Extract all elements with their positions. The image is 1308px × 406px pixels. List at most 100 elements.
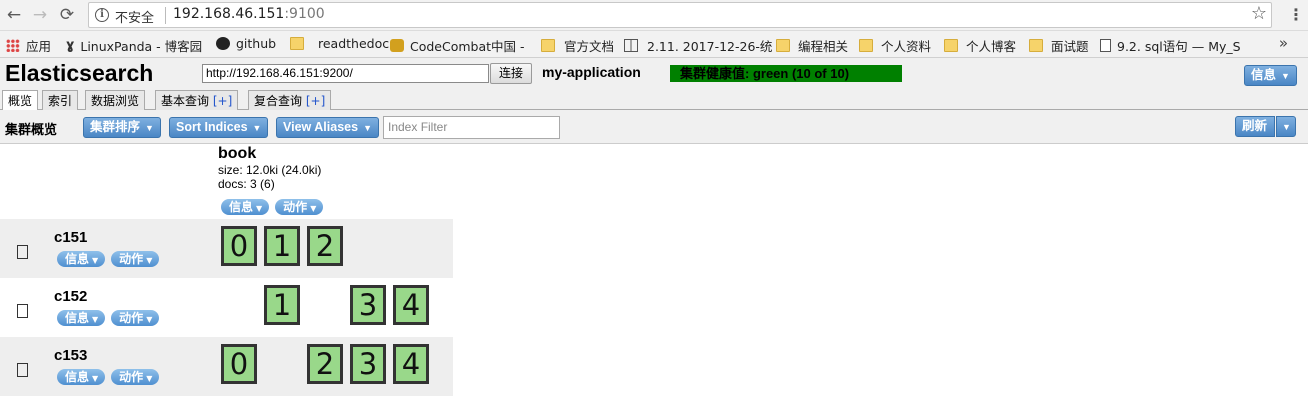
browser-menu-icon[interactable]: ⋮ bbox=[1288, 4, 1304, 26]
index-docs: docs: 3 (6) bbox=[218, 177, 275, 191]
reload-icon[interactable]: ⟳ bbox=[56, 4, 78, 26]
cluster-sort-button[interactable]: 集群排序 ▼ bbox=[83, 117, 161, 138]
bookmarks-bar: 应用 ɣ LinuxPanda - 博客园 github readthedoc C… bbox=[0, 31, 1308, 58]
node-checkbox[interactable] bbox=[17, 363, 28, 377]
chevron-down-icon: ▼ bbox=[256, 204, 263, 213]
tab-label: 数据浏览 bbox=[91, 94, 140, 108]
main-tabs: 概览 索引 数据浏览 基本查询 [+] 复合查询 [+] bbox=[0, 89, 1308, 111]
pill-label: 信息 bbox=[65, 252, 90, 266]
folder-icon bbox=[776, 39, 790, 52]
shard-box[interactable]: 3 bbox=[350, 285, 386, 325]
shard-box[interactable]: 0 bbox=[221, 226, 257, 266]
bookmark-label: 编程相关 bbox=[798, 39, 849, 54]
info-button-label: 信息 bbox=[1251, 68, 1277, 82]
connect-button[interactable]: 连接 bbox=[490, 63, 532, 84]
page-icon bbox=[1100, 39, 1111, 52]
bookmark-sql[interactable]: 9.2. sql语句 — My_S bbox=[1100, 36, 1241, 55]
chevron-down-icon: ▼ bbox=[92, 374, 99, 383]
github-icon bbox=[216, 37, 230, 50]
view-aliases-button[interactable]: View Aliases ▼ bbox=[276, 117, 379, 138]
info-circle-icon[interactable]: i bbox=[95, 8, 109, 22]
bookmark-label: 9.2. sql语句 — My_S bbox=[1117, 39, 1241, 54]
bookmark-star-icon[interactable]: ☆ bbox=[1251, 3, 1267, 24]
tab-label: 基本查询 bbox=[161, 94, 213, 108]
shard-box[interactable]: 2 bbox=[307, 344, 343, 384]
tab-label: 概览 bbox=[8, 94, 33, 108]
tab-overview[interactable]: 概览 bbox=[2, 90, 39, 111]
cluster-name: my-application bbox=[542, 64, 641, 80]
cluster-health-badge: 集群健康值: green (10 of 10) bbox=[670, 65, 902, 82]
bookmark-readthedoc[interactable]: readthedoc bbox=[290, 36, 389, 51]
pill-label: 动作 bbox=[119, 370, 144, 384]
connect-url-input[interactable]: http://192.168.46.151:9200/ bbox=[202, 64, 489, 83]
node-info-button[interactable]: 信息 ▼ bbox=[57, 310, 106, 326]
tab-browser[interactable]: 数据浏览 bbox=[85, 90, 146, 111]
tab-basic-query[interactable]: 基本查询 [+] bbox=[155, 90, 239, 111]
button-label: Sort Indices bbox=[176, 120, 248, 134]
sort-indices-button[interactable]: Sort Indices ▼ bbox=[169, 117, 269, 138]
chevron-down-icon: ▼ bbox=[146, 315, 153, 324]
node-info-button[interactable]: 信息 ▼ bbox=[57, 369, 106, 385]
pill-label: 信息 bbox=[65, 311, 90, 325]
bookmark-personal-blog[interactable]: 个人博客 bbox=[944, 36, 1016, 55]
bookmark-github[interactable]: github bbox=[216, 36, 276, 51]
header-info-button[interactable]: 信息 ▼ bbox=[1244, 65, 1297, 86]
forward-icon[interactable]: → bbox=[29, 4, 51, 26]
bookmark-label: 个人资料 bbox=[881, 39, 932, 54]
index-info-button[interactable]: 信息 ▼ bbox=[221, 199, 270, 215]
url-text[interactable]: 192.168.46.151:9100 bbox=[173, 6, 325, 22]
node-actions: 信息 ▼ 动作 ▼ bbox=[57, 251, 160, 267]
refresh-button[interactable]: 刷新 bbox=[1235, 116, 1275, 137]
shard-box[interactable]: 4 bbox=[393, 344, 429, 384]
refresh-options-button[interactable]: ▼ bbox=[1276, 116, 1296, 137]
pill-label: 动作 bbox=[119, 311, 144, 325]
chevron-down-icon: ▼ bbox=[92, 256, 99, 265]
node-action-button[interactable]: 动作 ▼ bbox=[111, 251, 160, 267]
bookmark-2-11[interactable]: 2.11. 2017-12-26-统 bbox=[624, 36, 772, 55]
shard-box[interactable]: 2 bbox=[307, 226, 343, 266]
chevron-down-icon: ▼ bbox=[146, 374, 153, 383]
bookmark-personal-info[interactable]: 个人资料 bbox=[859, 36, 931, 55]
folder-icon bbox=[1029, 39, 1043, 52]
node-checkbox[interactable] bbox=[17, 304, 28, 318]
app-title: Elasticsearch bbox=[5, 60, 154, 86]
pill-label: 动作 bbox=[283, 200, 308, 214]
node-info-button[interactable]: 信息 ▼ bbox=[57, 251, 106, 267]
bookmark-label: readthedoc bbox=[318, 36, 390, 51]
security-label[interactable]: 不安全 bbox=[115, 7, 154, 26]
bookmark-label: CodeCombat中国 - bbox=[410, 39, 525, 54]
overview-toolbar: 集群概览 集群排序 ▼ Sort Indices ▼ View Aliases ▼ I… bbox=[0, 110, 1308, 144]
index-action-button[interactable]: 动作 ▼ bbox=[275, 199, 324, 215]
tab-compound-query[interactable]: 复合查询 [+] bbox=[248, 90, 332, 111]
bookmark-label: github bbox=[236, 36, 277, 51]
bookmark-programming[interactable]: 编程相关 bbox=[776, 36, 848, 55]
node-action-button[interactable]: 动作 ▼ bbox=[111, 369, 160, 385]
index-size: size: 12.0ki (24.0ki) bbox=[218, 163, 322, 177]
more-bookmarks-icon[interactable]: » bbox=[1279, 34, 1288, 52]
index-filter-input[interactable]: Index Filter bbox=[383, 116, 560, 139]
bookmark-interview[interactable]: 面试题 bbox=[1029, 36, 1089, 55]
back-icon[interactable]: ← bbox=[3, 4, 25, 26]
shard-box[interactable]: 1 bbox=[264, 285, 300, 325]
folder-icon bbox=[859, 39, 873, 52]
bookmark-label: 应用 bbox=[26, 39, 52, 54]
shard-box[interactable]: 4 bbox=[393, 285, 429, 325]
bookmark-linuxpanda[interactable]: ɣ LinuxPanda - 博客园 bbox=[66, 36, 202, 55]
shard-box[interactable]: 1 bbox=[264, 226, 300, 266]
pill-label: 信息 bbox=[229, 200, 254, 214]
bookmark-apps[interactable]: 应用 bbox=[6, 36, 51, 55]
pill-label: 信息 bbox=[65, 370, 90, 384]
index-name: book bbox=[218, 145, 257, 162]
node-actions: 信息 ▼ 动作 ▼ bbox=[57, 369, 160, 385]
bookmark-official-docs[interactable]: 官方文档 bbox=[541, 36, 614, 55]
node-action-button[interactable]: 动作 ▼ bbox=[111, 310, 160, 326]
chevron-down-icon: ▼ bbox=[1281, 71, 1290, 81]
node-checkbox[interactable] bbox=[17, 245, 28, 259]
tab-indices[interactable]: 索引 bbox=[42, 90, 79, 111]
node-row: c153 信息 ▼ 动作 ▼ 0 2 3 4 bbox=[0, 337, 453, 396]
shard-box[interactable]: 3 bbox=[350, 344, 386, 384]
bookmark-codecombat[interactable]: CodeCombat中国 - bbox=[390, 36, 525, 55]
node-name: c153 bbox=[54, 347, 88, 364]
address-bar[interactable]: i 不安全 192.168.46.151:9100 ☆ bbox=[88, 2, 1272, 28]
shard-box[interactable]: 0 bbox=[221, 344, 257, 384]
